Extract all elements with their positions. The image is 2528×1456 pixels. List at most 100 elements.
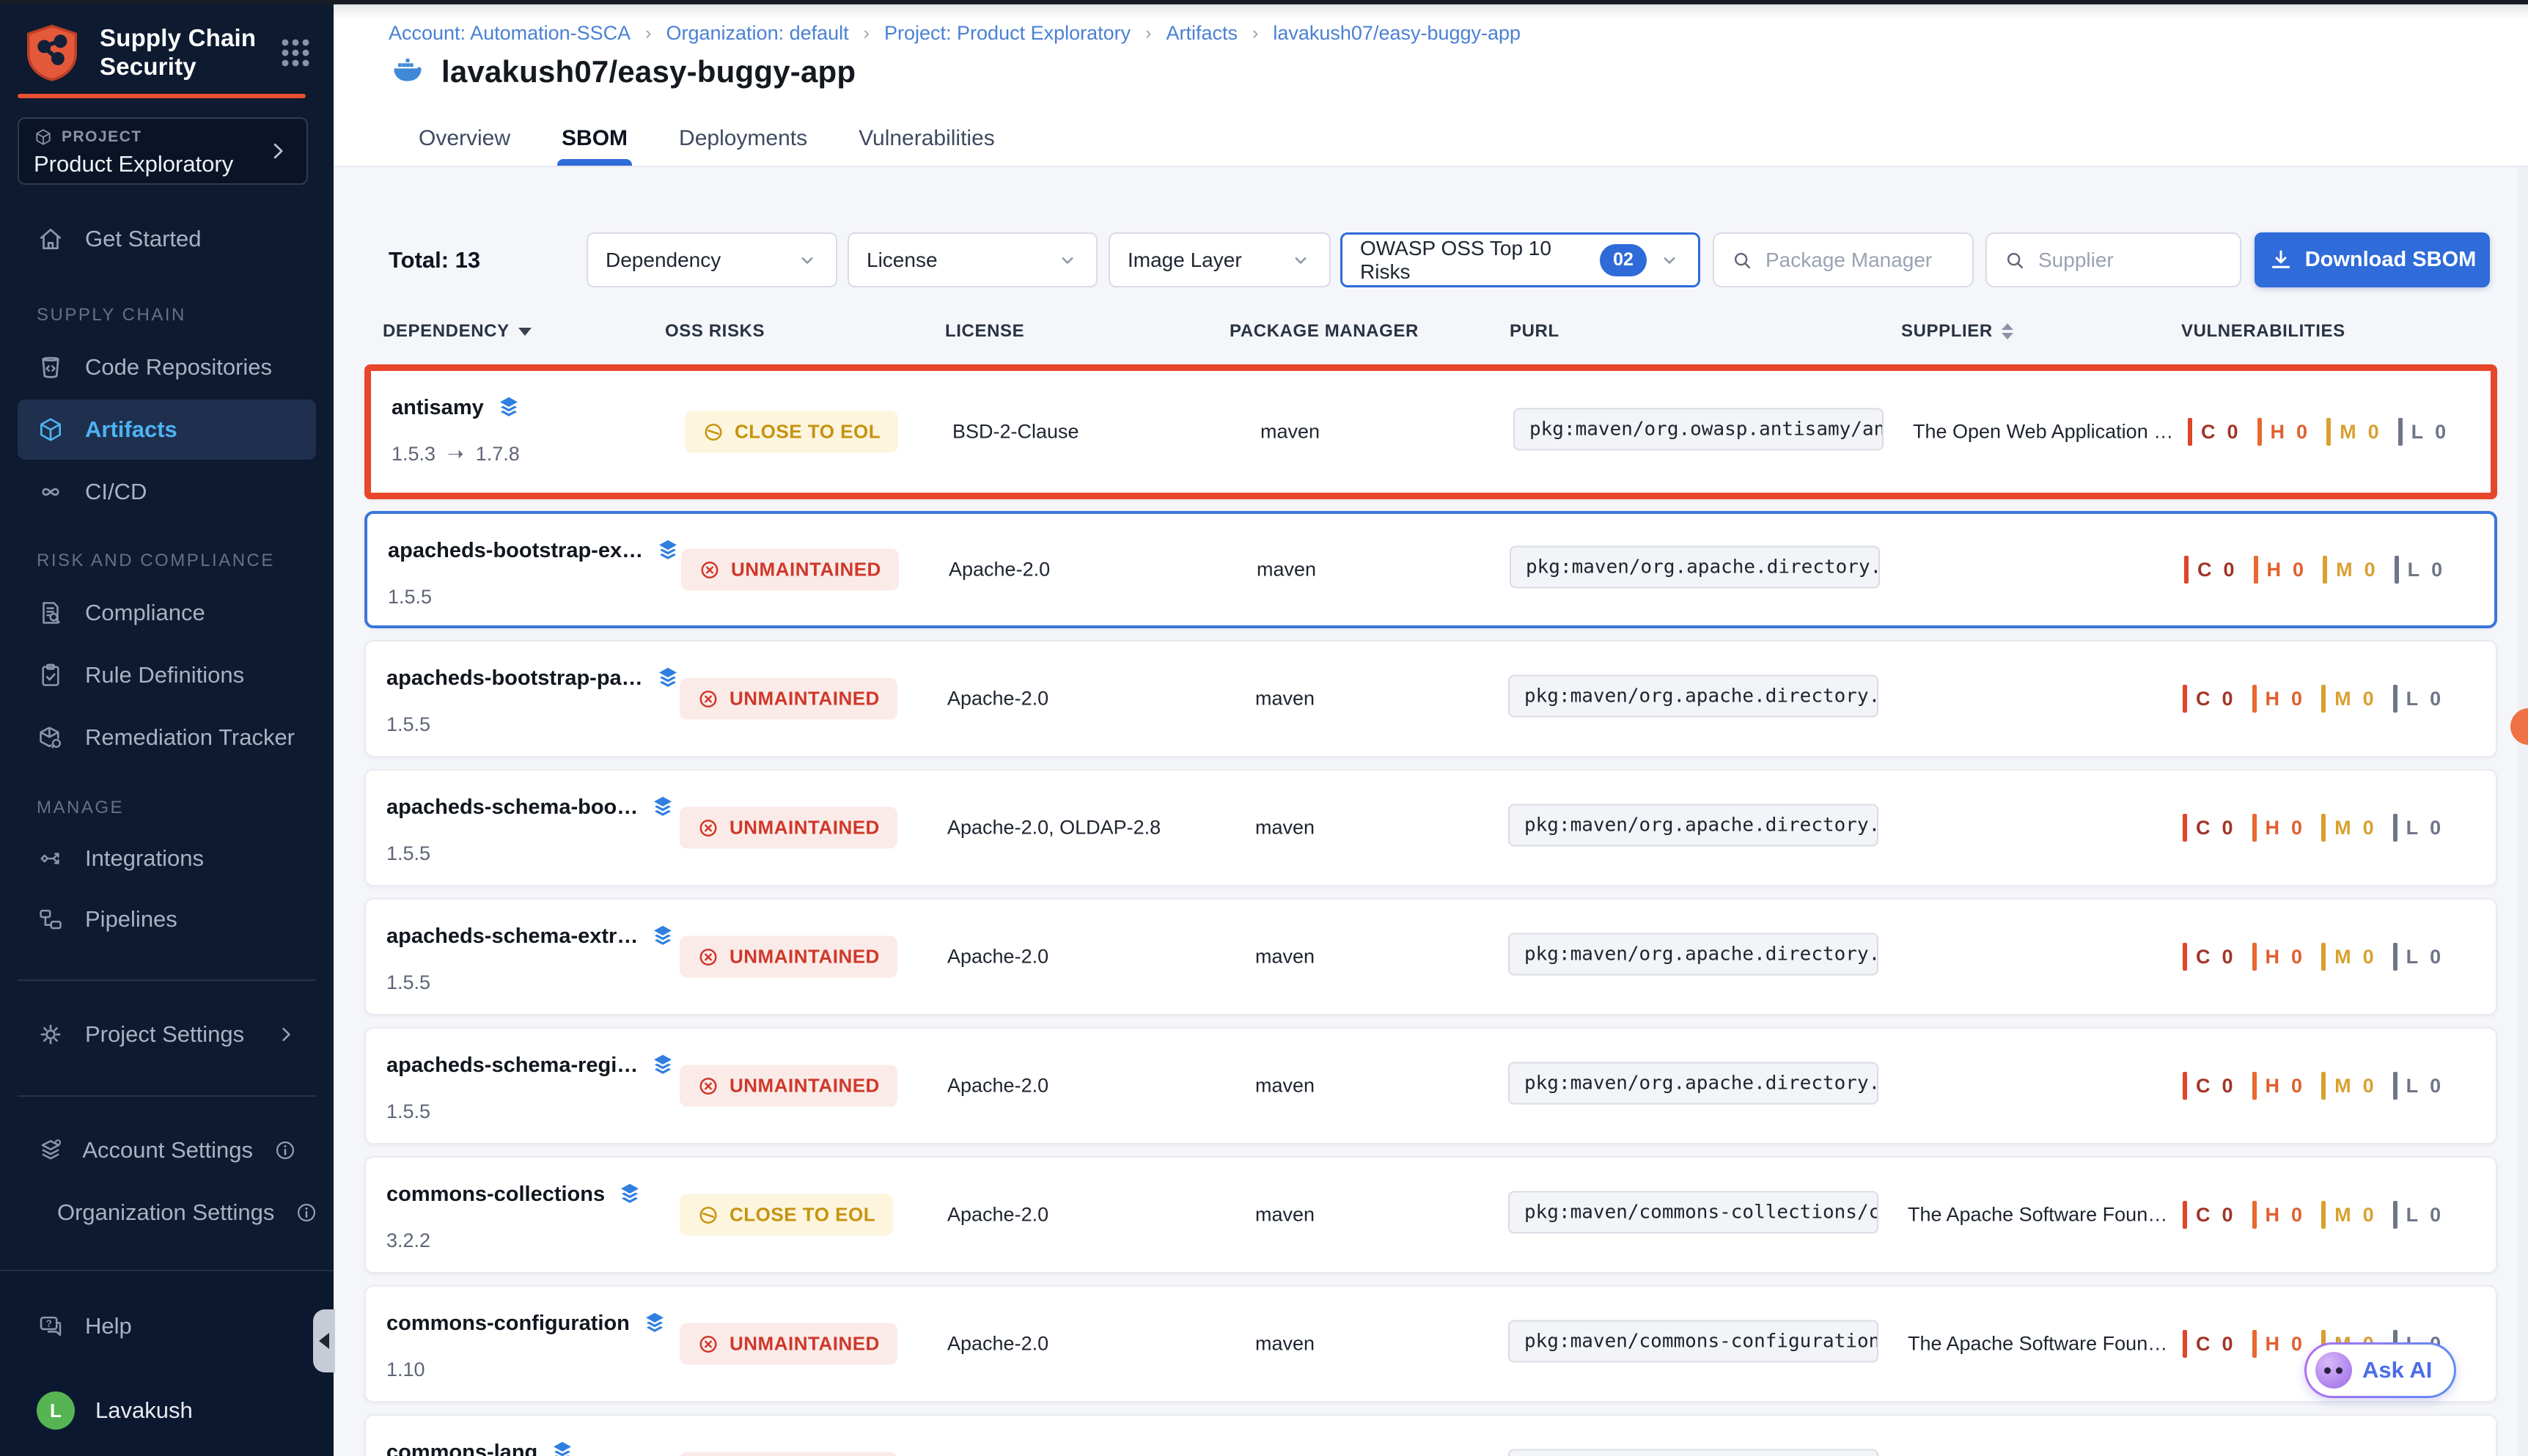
tab-deployments[interactable]: Deployments	[675, 111, 812, 166]
sidebar-item-get-started[interactable]: Get Started	[18, 209, 316, 269]
license-cell: Apache-2.0	[947, 688, 1048, 710]
module-grid-icon[interactable]	[275, 32, 316, 73]
feedback-widget-dot[interactable]	[2510, 708, 2528, 745]
breadcrumb-project[interactable]: Project: Product Exploratory	[884, 22, 1131, 45]
download-icon	[2268, 248, 2293, 273]
sidebar-item-account-settings[interactable]: Account Settings	[18, 1120, 316, 1180]
table-row[interactable]: apacheds-schema-regi… 1.5.5 ➝ UNMAINTAIN…	[364, 1027, 2497, 1144]
x-circle-icon	[697, 817, 719, 839]
purl-pill[interactable]: pkg:maven/org.apache.directory.s…	[1508, 804, 1878, 847]
chevron-right-icon	[275, 1023, 297, 1045]
column-header-license: LICENSE	[945, 321, 1024, 342]
table-row[interactable]: apacheds-bootstrap-ex… 1.5.5 ➝ UNMAINTAI…	[364, 511, 2497, 628]
layers-icon[interactable]	[642, 1310, 668, 1336]
purl-pill[interactable]: pkg:maven/org.apache.directory.s…	[1510, 546, 1880, 589]
sidebar-item-pipelines[interactable]: Pipelines	[18, 889, 316, 949]
sidebar-item-integrations[interactable]: Integrations	[18, 828, 316, 889]
filter-dependency-dropdown[interactable]: Dependency	[587, 232, 837, 287]
sidebar-item-cicd[interactable]: CI/CD	[18, 462, 316, 522]
layers-icon[interactable]	[655, 665, 681, 691]
severity-medium: M0	[2321, 1201, 2374, 1229]
dependency-version: 1.10 ➝	[386, 1358, 668, 1381]
table-row[interactable]: commons-collections 3.2.2 ➝ CLOSE TO EOL…	[364, 1156, 2497, 1273]
oss-risk-badge: UNMAINTAINED	[680, 678, 897, 720]
sidebar-item-compliance[interactable]: Compliance	[18, 583, 316, 643]
severity-low: L0	[2393, 814, 2441, 842]
supplier-input[interactable]	[2038, 249, 2224, 272]
breadcrumb-artifacts[interactable]: Artifacts	[1166, 22, 1238, 45]
layers-icon[interactable]	[549, 1439, 576, 1456]
oss-risk-badge: UNMAINTAINED	[680, 1323, 897, 1365]
layers-icon[interactable]	[496, 394, 522, 421]
info-icon[interactable]	[273, 1139, 297, 1162]
purl-pill[interactable]: pkg:maven/org.apache.directory.s…	[1508, 933, 1878, 976]
project-selector-label: PROJECT	[34, 128, 292, 147]
column-header-dependency[interactable]: DEPENDENCY	[383, 321, 532, 342]
chevron-down-icon	[796, 249, 818, 271]
table-row[interactable]: apacheds-schema-extr… 1.5.5 ➝ UNMAINTAIN…	[364, 898, 2497, 1015]
package-manager-cell: maven	[1255, 1333, 1315, 1356]
purl-pill[interactable]: pkg:maven/org.apache.directory.s…	[1508, 1062, 1878, 1105]
tab-sbom[interactable]: SBOM	[557, 111, 632, 166]
vulnerabilities-cell: C0 H0 M0 L0	[2183, 1201, 2441, 1229]
sidebar-item-remediation-tracker[interactable]: Remediation Tracker	[18, 707, 316, 768]
sidebar-user[interactable]: L Lavakush	[18, 1380, 316, 1441]
layers-gear-icon	[37, 1136, 62, 1164]
package-manager-cell: maven	[1255, 1075, 1315, 1097]
purl-pill[interactable]: pkg:maven/commons-configuration/…	[1508, 1320, 1878, 1363]
breadcrumb-separator: ›	[864, 23, 870, 44]
project-selector[interactable]: PROJECT Product Exploratory	[18, 117, 308, 185]
sidebar-item-artifacts[interactable]: Artifacts	[18, 400, 316, 460]
gear-icon	[37, 1021, 65, 1048]
sidebar-item-rule-definitions[interactable]: Rule Definitions	[18, 645, 316, 705]
section-label-manage: MANAGE	[37, 798, 124, 818]
tab-vulnerabilities[interactable]: Vulnerabilities	[854, 111, 999, 166]
license-cell: BSD-2-Clause	[952, 421, 1079, 444]
tab-bar: Overview SBOM Deployments Vulnerabilitie…	[414, 111, 999, 166]
sort-desc-icon	[518, 328, 532, 336]
layers-icon[interactable]	[650, 794, 676, 820]
layers-icon[interactable]	[650, 1052, 676, 1078]
severity-high: H0	[2252, 1330, 2303, 1358]
sidebar-item-code-repositories[interactable]: Code Repositories	[18, 337, 316, 397]
table-row[interactable]: commons-configuration 1.10 ➝ UNMAINTAINE…	[364, 1285, 2497, 1402]
column-header-supplier[interactable]: SUPPLIER	[1901, 321, 2013, 342]
purl-pill[interactable]: pkg:maven/commons-lang/commons-l…	[1508, 1449, 1878, 1456]
scrollbar-track[interactable]	[2518, 44, 2528, 1456]
oss-risk-cell: UNMAINTAINED	[680, 807, 897, 849]
layers-icon[interactable]	[617, 1181, 643, 1207]
purl-pill[interactable]: pkg:maven/org.apache.directory.s…	[1508, 675, 1878, 718]
purl-pill[interactable]: pkg:maven/org.owasp.antisamy/ant…	[1513, 408, 1884, 451]
docker-icon	[389, 55, 427, 89]
filter-owasp-dropdown[interactable]: OWASP OSS Top 10 Risks 02	[1340, 232, 1700, 287]
package-manager-input[interactable]	[1765, 249, 1956, 272]
table-row[interactable]: apacheds-schema-boo… 1.5.5 ➝ UNMAINTAINE…	[364, 769, 2497, 886]
sidebar-divider	[18, 1095, 316, 1097]
purl-pill[interactable]: pkg:maven/commons-collections/co…	[1508, 1191, 1878, 1234]
window-top-edge	[0, 0, 2528, 4]
table-row[interactable]: commons-lang ➝ UNMAINTAINED Apache-2.0 m…	[364, 1414, 2497, 1456]
layers-icon[interactable]	[650, 923, 676, 949]
table-row[interactable]: apacheds-bootstrap-pa… 1.5.5 ➝ UNMAINTAI…	[364, 640, 2497, 757]
ask-ai-button[interactable]: Ask AI	[2304, 1342, 2456, 1398]
table-row[interactable]: antisamy 1.5.3 ➝ 1.7.8 CLOSE TO EOL BSD-…	[364, 364, 2497, 499]
breadcrumb-organization[interactable]: Organization: default	[666, 22, 849, 45]
tab-overview[interactable]: Overview	[414, 111, 515, 166]
infinity-icon	[37, 478, 65, 506]
severity-low: L0	[2393, 1072, 2441, 1100]
info-icon[interactable]	[295, 1201, 318, 1224]
breadcrumb-account[interactable]: Account: Automation-SSCA	[389, 22, 631, 45]
filter-license-dropdown[interactable]: License	[848, 232, 1098, 287]
dependency-name: apacheds-schema-regi…	[386, 1054, 638, 1078]
layers-icon[interactable]	[655, 537, 681, 564]
breadcrumb-current[interactable]: lavakush07/easy-buggy-app	[1273, 22, 1521, 45]
sidebar-collapse-handle[interactable]	[313, 1309, 335, 1372]
download-sbom-button[interactable]: Download SBOM	[2255, 232, 2490, 287]
sidebar-item-organization-settings[interactable]: Organization Settings	[18, 1183, 316, 1243]
sidebar-item-help[interactable]: Help	[18, 1296, 316, 1356]
project-box-icon	[34, 128, 53, 147]
filter-image-layer-dropdown[interactable]: Image Layer	[1109, 232, 1331, 287]
sidebar-item-project-settings[interactable]: Project Settings	[18, 1004, 316, 1065]
severity-medium: M0	[2323, 556, 2375, 584]
vulnerabilities-cell: C0 H0 M0 L0	[2183, 814, 2441, 842]
